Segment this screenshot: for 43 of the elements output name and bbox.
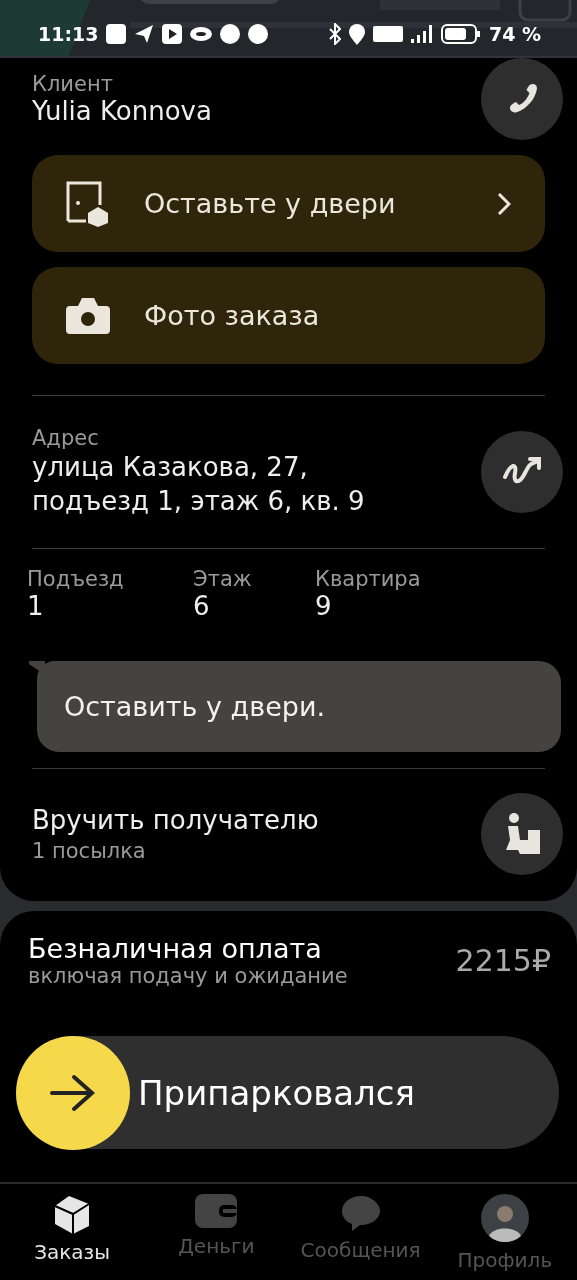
parked-slider[interactable]: Припарковался bbox=[16, 1036, 559, 1149]
address-line: подъезд 1, этаж 6, кв. 9 bbox=[32, 485, 365, 518]
arrow-right-icon bbox=[50, 1072, 96, 1113]
ring-icon bbox=[190, 27, 213, 41]
signal-icon bbox=[410, 25, 433, 43]
camera-icon bbox=[66, 295, 110, 336]
payment-title: Безналичная оплата bbox=[28, 933, 323, 964]
comment-text: Оставить у двери. bbox=[64, 691, 326, 722]
paper-plane-icon bbox=[134, 24, 155, 44]
action-button[interactable]: Фото заказа bbox=[32, 267, 545, 364]
play-icon bbox=[162, 24, 183, 44]
person-box-icon bbox=[504, 812, 540, 856]
address-label: Адрес bbox=[32, 426, 100, 450]
chat-bubble-icon bbox=[340, 1194, 381, 1232]
detail-label: Квартира bbox=[315, 567, 422, 591]
handover-title: Вручить получателю bbox=[32, 805, 319, 835]
client-name: Yulia Konnova bbox=[32, 96, 212, 126]
avatar-icon bbox=[480, 1194, 529, 1242]
detail-label: Этаж bbox=[193, 567, 253, 591]
payment-subtitle: включая подачу и ожидание bbox=[28, 964, 348, 988]
nfc-icon bbox=[106, 24, 127, 44]
app-icon bbox=[248, 24, 269, 44]
nav-tab[interactable]: Заказы bbox=[0, 1194, 145, 1272]
app-icon bbox=[220, 24, 241, 44]
battery-icon bbox=[440, 23, 481, 45]
detail-label: Подъезд bbox=[27, 567, 125, 591]
handover-subtitle: 1 посылка bbox=[32, 839, 147, 863]
battery-percent: 74 % bbox=[488, 23, 541, 45]
client-label: Клиент bbox=[32, 72, 114, 96]
action-button[interactable]: Оставьте у двери bbox=[32, 155, 545, 252]
door-package-icon bbox=[66, 180, 110, 227]
detail-value: 6 bbox=[193, 591, 211, 621]
wallet-icon bbox=[195, 1194, 238, 1228]
address-line: улица Казакова, 27, bbox=[32, 451, 309, 484]
detail-value: 9 bbox=[315, 591, 333, 621]
box-icon bbox=[53, 1194, 92, 1234]
volte-icon bbox=[372, 26, 403, 42]
location-icon bbox=[348, 23, 365, 45]
payment-amount: 2215₽ bbox=[455, 943, 551, 978]
slider-label: Припарковался bbox=[138, 1072, 415, 1113]
status-time: 11:13 bbox=[38, 23, 99, 45]
bluetooth-icon bbox=[328, 23, 341, 45]
detail-value: 1 bbox=[27, 591, 45, 621]
